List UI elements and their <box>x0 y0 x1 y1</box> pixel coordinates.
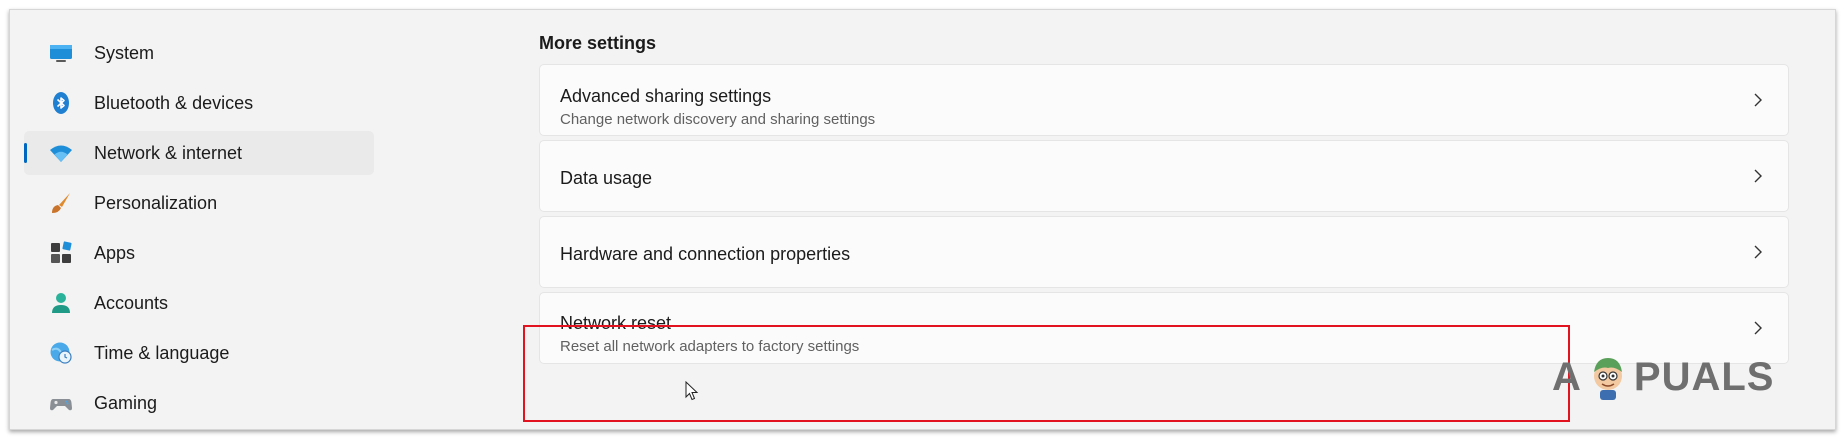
sidebar-item-label: Accounts <box>94 292 169 313</box>
monitor-icon <box>49 41 73 65</box>
card-title: Hardware and connection properties <box>560 244 851 264</box>
card-title: Network reset <box>560 313 672 333</box>
appuals-watermark: A PUALS <box>1552 352 1774 402</box>
bluetooth-icon <box>49 91 73 115</box>
mascot-icon <box>1593 358 1622 400</box>
chevron-right-icon <box>1750 92 1766 108</box>
sidebar-item-label: Network & internet <box>94 142 243 163</box>
hardware-connection-properties-card[interactable]: Hardware and connection properties <box>539 216 1789 288</box>
brush-icon <box>49 191 73 215</box>
card-subtitle: Change network discovery and sharing set… <box>560 111 876 128</box>
card-text: Network reset Reset all network adapters… <box>560 313 859 355</box>
apps-icon <box>49 241 73 265</box>
wifi-icon <box>49 141 73 165</box>
section-title: More settings <box>539 33 657 53</box>
chevron-right-icon <box>1750 168 1766 184</box>
globe-clock-icon <box>49 341 73 365</box>
sidebar-item-label: Bluetooth & devices <box>94 92 254 113</box>
watermark-text-right: PUALS <box>1633 354 1775 399</box>
sidebar-item-accounts[interactable]: Accounts <box>24 281 374 325</box>
sidebar-item-label: System <box>94 42 155 63</box>
watermark-text-left: A <box>1552 354 1582 399</box>
sidebar-item-time-language[interactable]: Time & language <box>24 331 374 375</box>
card-text: Data usage <box>560 168 652 189</box>
sidebar-item-label: Apps <box>94 242 136 263</box>
sidebar-item-bluetooth-devices[interactable]: Bluetooth & devices <box>24 81 374 125</box>
card-title: Data usage <box>560 168 653 188</box>
gamepad-icon <box>49 391 73 415</box>
person-icon <box>49 291 73 315</box>
sidebar-item-apps[interactable]: Apps <box>24 231 374 275</box>
sidebar-item-label: Personalization <box>94 192 218 213</box>
sidebar-item-gaming[interactable]: Gaming <box>24 381 374 425</box>
sidebar-nav: System Bluetooth & devices Network & int… <box>24 31 374 429</box>
mouse-cursor-icon <box>685 381 699 401</box>
chevron-right-icon <box>1750 320 1766 336</box>
data-usage-card[interactable]: Data usage <box>539 140 1789 212</box>
card-title: Advanced sharing settings <box>560 86 772 106</box>
sidebar-item-network-internet[interactable]: Network & internet <box>24 131 374 175</box>
sidebar-item-system[interactable]: System <box>24 31 374 75</box>
card-text: Advanced sharing settings Change network… <box>560 86 875 128</box>
advanced-sharing-settings-card[interactable]: Advanced sharing settings Change network… <box>539 64 1789 136</box>
sidebar-item-personalization[interactable]: Personalization <box>24 181 374 225</box>
sidebar-item-label: Time & language <box>94 342 230 363</box>
sidebar-item-label: Gaming <box>94 392 158 413</box>
card-subtitle: Reset all network adapters to factory se… <box>560 338 860 355</box>
card-text: Hardware and connection properties <box>560 244 850 265</box>
chevron-right-icon <box>1750 244 1766 260</box>
